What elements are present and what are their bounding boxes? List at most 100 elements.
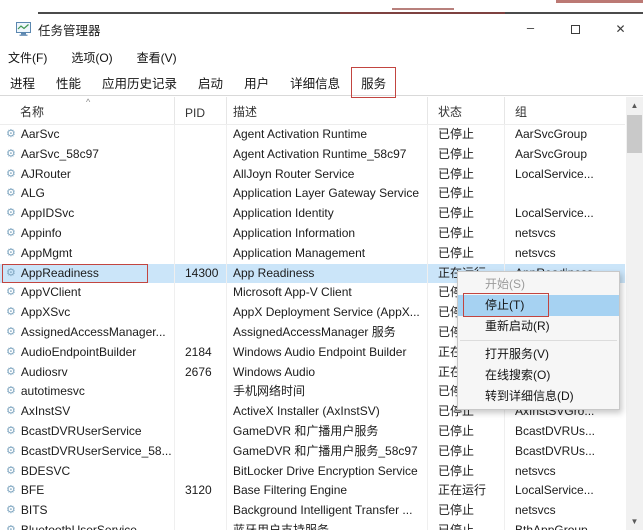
service-group: AarSvcGroup [515,146,588,161]
window-title: 任务管理器 [38,23,101,38]
service-name: BITS [20,503,48,518]
service-status: 已停止 [428,520,505,530]
service-status: 正在运行 [428,481,505,502]
service-name: AarSvc_58c97 [20,146,99,161]
service-description: Background Intelligent Transfer ... [227,501,428,521]
service-context-menu: 开始(S) 停止(T) 重新启动(R) 打开服务(V) 在线搜索(O) 转到详细信息(D) [457,271,620,410]
column-header-description[interactable]: 描述 [227,97,428,124]
service-description: Application Management [227,243,428,264]
service-name: AppReadiness [20,265,99,280]
table-row[interactable]: ⚙ ALG Application Layer Gateway Service 已停止 [0,184,625,205]
table-row[interactable]: ⚙ AJRouter AllJoyn Router Service 已停止 LocalS… [0,164,625,185]
table-row[interactable]: ⚙ BcastDVRUserService GameDVR 和广播用户服务 已停止 Bc… [0,421,625,442]
service-name-cell: ⚙ Appinfo [0,223,175,244]
close-button[interactable]: ✕ [598,14,643,44]
services-table-header: 名称 PID 描述 状态 组 ^ [0,97,625,125]
service-name-cell: ⚙ BcastDVRUserService_58... [0,441,175,462]
tab-app-history[interactable]: 应用历史记录 [93,68,186,97]
column-header-pid[interactable]: PID [175,97,227,124]
service-description: ActiveX Installer (AxInstSV) [227,402,428,422]
column-header-group[interactable]: 组 [505,97,625,124]
service-name: BDESVC [20,463,71,478]
service-name-cell: ⚙ AppXSvc [0,303,175,323]
service-name-cell: ⚙ AarSvc_58c97 [0,144,175,165]
table-row[interactable]: ⚙ AppMgmt Application Management 已停止 netsvcs [0,243,625,264]
table-row[interactable]: ⚙ AppIDSvc Application Identity 已停止 LocalSer… [0,204,625,224]
menu-view[interactable]: 查看(V) [127,47,187,68]
service-name: ALG [20,186,45,201]
service-name: autotimesvc [20,384,85,399]
table-row[interactable]: ⚙ AarSvc_58c97 Agent Activation Runtime_58… [0,144,625,165]
service-name-cell: ⚙ AppIDSvc [0,204,175,224]
service-description: Windows Audio Endpoint Builder [227,342,428,363]
service-pid [175,303,227,323]
service-status: 已停止 [428,144,505,165]
service-name-cell: ⚙ autotimesvc [0,382,175,403]
service-pid [175,501,227,521]
service-description: GameDVR 和广播用户服务 [227,421,428,442]
service-pid [175,184,227,205]
service-gear-icon: ⚙ [6,365,16,378]
service-description: App Readiness [227,263,428,284]
context-menu-item[interactable]: 转到详细信息(D) [458,386,619,407]
menu-separator [460,340,617,341]
service-name: AppVClient [20,285,81,300]
service-description: AssignedAccessManager 服务 [227,322,428,343]
tab-details[interactable]: 详细信息 [281,68,349,97]
service-name: BFE [20,483,45,498]
context-menu-item[interactable]: 打开服务(V) [458,344,619,365]
red-artifact-corner [556,0,643,3]
tab-startup[interactable]: 启动 [189,68,232,97]
service-name-cell: ⚙ ALG [0,184,175,205]
service-description: Agent Activation Runtime_58c97 [227,144,428,165]
service-name-cell: ⚙ BFE [0,481,175,502]
service-gear-icon: ⚙ [6,266,16,279]
service-name: AarSvc [20,127,60,141]
menu-options[interactable]: 选项(O) [61,47,122,68]
service-gear-icon: ⚙ [6,504,16,517]
sort-ascending-icon: ^ [86,97,91,107]
tab-performance[interactable]: 性能 [47,68,90,97]
table-row[interactable]: ⚙ BDESVC BitLocker Drive Encryption Servic… [0,461,625,482]
service-group: netsvcs [515,503,556,518]
menu-file[interactable]: 文件(F) [0,47,57,68]
context-menu-item[interactable]: 重新启动(R) [458,316,619,337]
service-name-cell: ⚙ BluetoothUserService [0,520,175,530]
table-row[interactable]: ⚙ BluetoothUserService 蓝牙用户支持服务 已停止 BthAppGr… [0,520,625,530]
service-group: LocalService... [515,166,594,181]
service-description: AppX Deployment Service (AppX... [227,303,428,323]
task-manager-icon [16,22,31,36]
service-name-cell: ⚙ AppReadiness [0,263,175,284]
table-row[interactable]: ⚙ BITS Background Intelligent Transfer ...… [0,501,625,521]
context-menu-item[interactable]: 停止(T) [458,293,619,317]
service-group: BcastDVRUs... [515,423,596,438]
service-name: Audiosrv [20,364,68,379]
table-row[interactable]: ⚙ BFE 3120 Base Filtering Engine 正在运行 LocalSe… [0,481,625,502]
service-description: Microsoft App-V Client [227,283,428,304]
scroll-down-icon[interactable]: ▼ [626,513,643,530]
service-status: 已停止 [428,204,505,224]
tab-services[interactable]: 服务 [352,68,395,97]
service-description: 蓝牙用户支持服务 [227,520,428,530]
service-gear-icon: ⚙ [6,207,16,220]
service-description: BitLocker Drive Encryption Service [227,461,428,482]
service-name: AppIDSvc [20,206,75,221]
scrollbar-thumb[interactable] [627,115,642,153]
service-name: AssignedAccessManager... [20,324,166,339]
scroll-up-icon[interactable]: ▲ [626,97,643,114]
service-group: BthAppGroup... [515,522,598,530]
context-menu-item[interactable]: 在线搜索(O) [458,365,619,386]
service-pid: 2184 [175,342,227,363]
service-pid [175,125,227,145]
vertical-scrollbar[interactable]: ▲ ▼ [626,97,643,530]
column-header-status[interactable]: 状态 [428,97,505,124]
table-row[interactable]: ⚙ BcastDVRUserService_58... GameDVR 和广播用户服… [0,441,625,462]
table-row[interactable]: ⚙ Appinfo Application Information 已停止 netsvc… [0,223,625,244]
service-gear-icon: ⚙ [6,484,16,497]
table-row[interactable]: ⚙ AarSvc Agent Activation Runtime 已停止 AarSvc… [0,125,625,145]
tab-users[interactable]: 用户 [235,68,278,97]
minimize-button[interactable]: – [508,14,553,44]
tab-processes[interactable]: 进程 [1,68,44,97]
maximize-button[interactable] [553,14,598,44]
minimize-icon: – [526,19,535,35]
